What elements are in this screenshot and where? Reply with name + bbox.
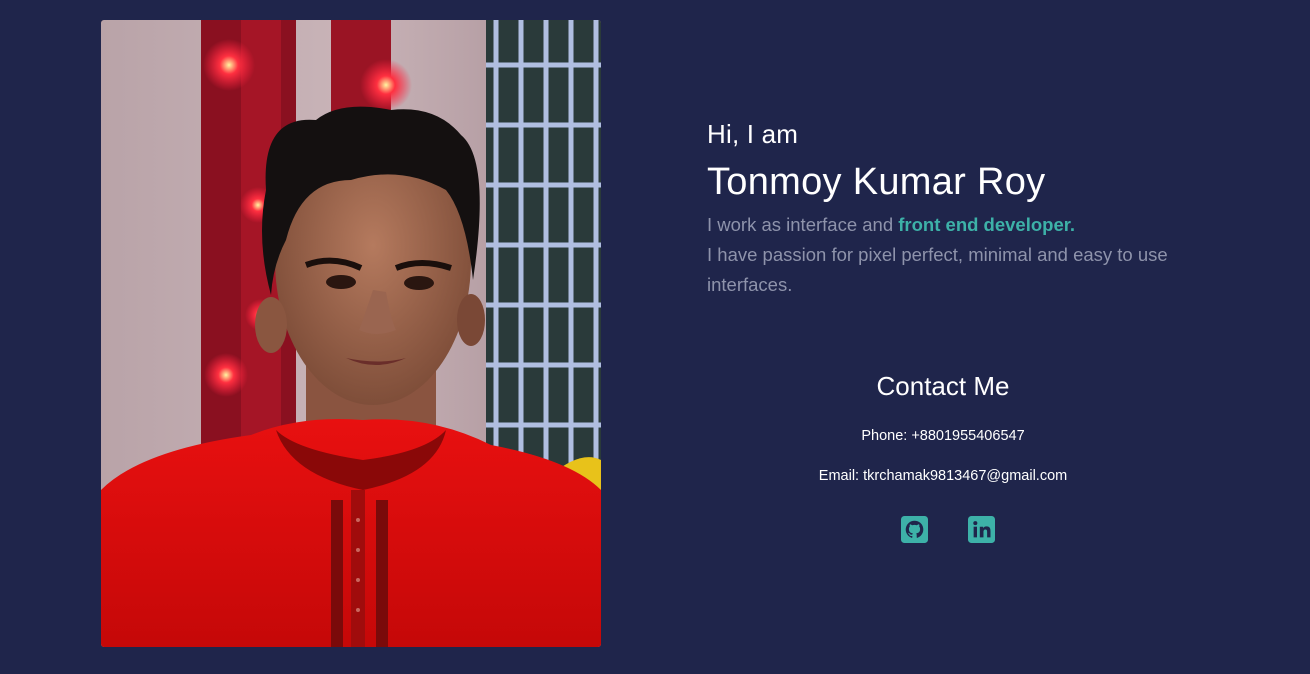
github-icon[interactable] (901, 516, 928, 543)
bio-text: I work as interface and front end develo… (707, 210, 1187, 300)
bio-line-2: I have passion for pixel perfect, minima… (707, 244, 1168, 295)
profile-photo-image (101, 20, 601, 647)
linkedin-icon[interactable] (968, 516, 995, 543)
profile-name: Tonmoy Kumar Roy (707, 161, 1046, 203)
greeting-text: Hi, I am (707, 119, 799, 149)
bio-prefix: I work as interface and (707, 214, 899, 235)
profile-photo (101, 20, 601, 647)
bio-accent: front end developer. (898, 214, 1076, 235)
contact-phone: Phone: +8801955406547 (861, 428, 1025, 444)
contact-title: Contact Me (876, 371, 1010, 401)
contact-section: Contact Me Phone: +8801955406547 Email: … (743, 366, 1143, 543)
intro-section: Hi, I am Tonmoy Kumar Roy I work as inte… (707, 118, 1187, 300)
contact-email: Email: tkrchamak9813467@gmail.com (818, 468, 1068, 484)
social-links (743, 516, 1143, 543)
